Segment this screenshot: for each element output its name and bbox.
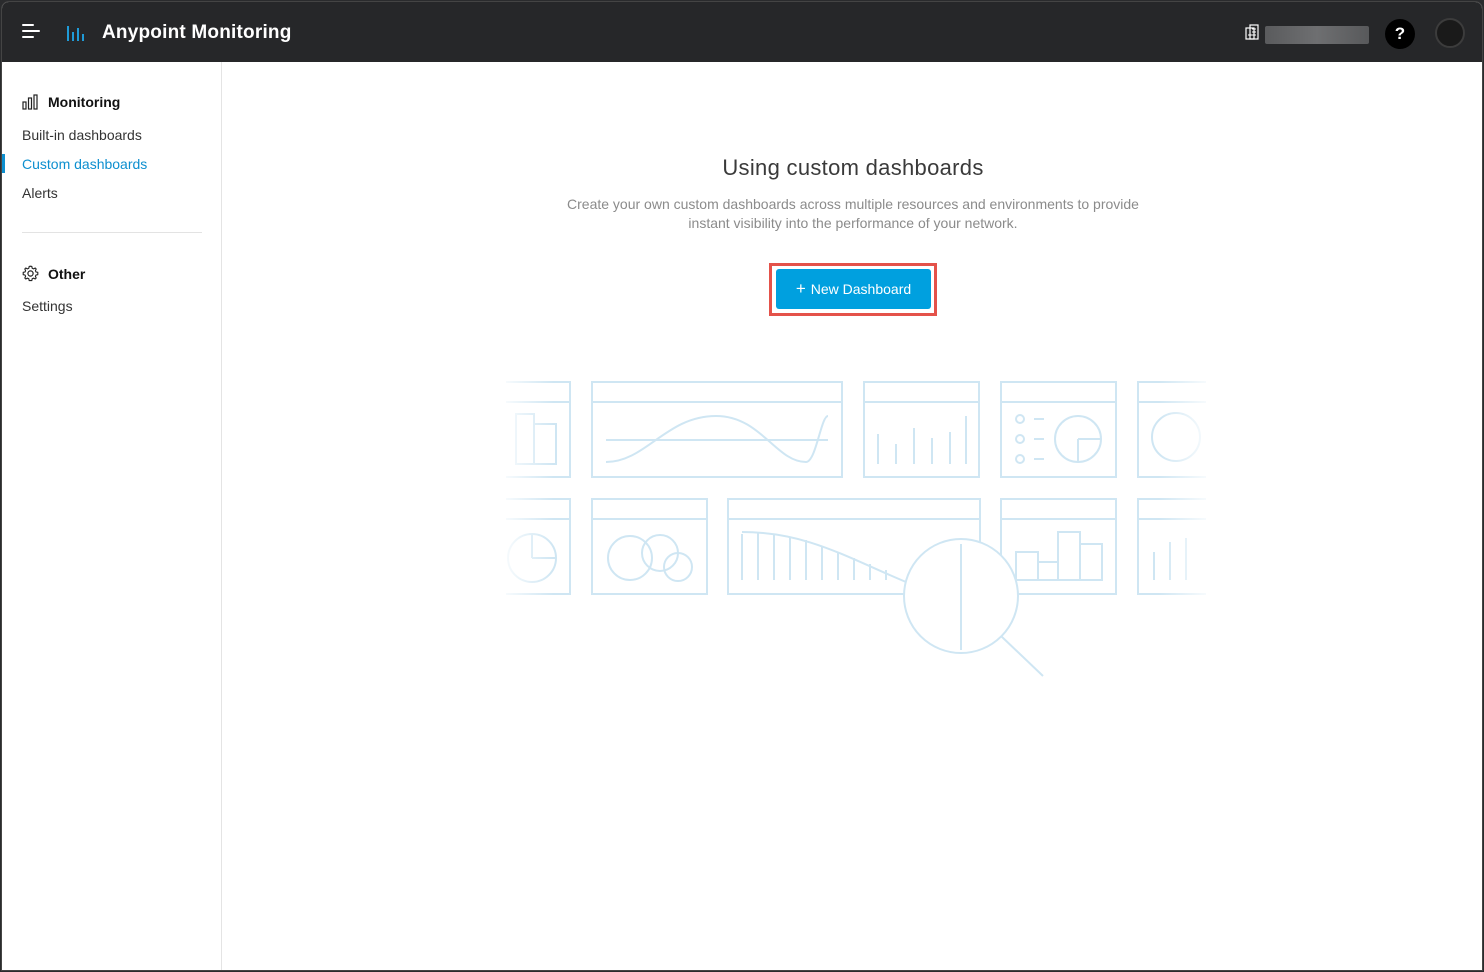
user-avatar[interactable] — [1435, 18, 1465, 48]
app-window: Anypoint Monitoring ? Monitoring Built-i… — [1, 1, 1483, 971]
menu-icon[interactable] — [22, 22, 42, 40]
sidebar: Monitoring Built-in dashboards Custom da… — [2, 62, 222, 970]
plus-icon: + — [795, 279, 806, 298]
page-title: Using custom dashboards — [722, 155, 984, 180]
new-dashboard-button[interactable]: + New Dashboard — [776, 269, 931, 309]
section-other: Other — [22, 265, 85, 282]
section-monitoring: Monitoring — [22, 94, 120, 110]
page-description: Create your own custom dashboards across… — [567, 196, 1139, 231]
sidebar-item-alerts[interactable]: Alerts — [22, 185, 58, 201]
active-indicator — [2, 154, 5, 173]
top-bar: Anypoint Monitoring ? — [2, 2, 1482, 62]
bar-chart-icon — [22, 94, 38, 110]
organization-name[interactable] — [1265, 26, 1369, 44]
section-heading-monitoring: Monitoring — [48, 94, 121, 110]
monitoring-logo-icon — [67, 26, 84, 41]
sidebar-item-custom-dashboards[interactable]: Custom dashboards — [22, 156, 147, 172]
new-dashboard-label: New Dashboard — [810, 281, 912, 297]
organization-icon[interactable] — [1245, 24, 1259, 40]
sidebar-item-built-in-dashboards[interactable]: Built-in dashboards — [22, 127, 142, 143]
sidebar-divider — [22, 232, 202, 233]
help-button[interactable]: ? — [1385, 19, 1415, 49]
gear-icon — [22, 265, 39, 282]
app-title: Anypoint Monitoring — [102, 22, 292, 43]
section-heading-other: Other — [48, 265, 86, 282]
sidebar-item-settings[interactable]: Settings — [22, 298, 73, 314]
dashboard-illustration — [506, 372, 1206, 682]
